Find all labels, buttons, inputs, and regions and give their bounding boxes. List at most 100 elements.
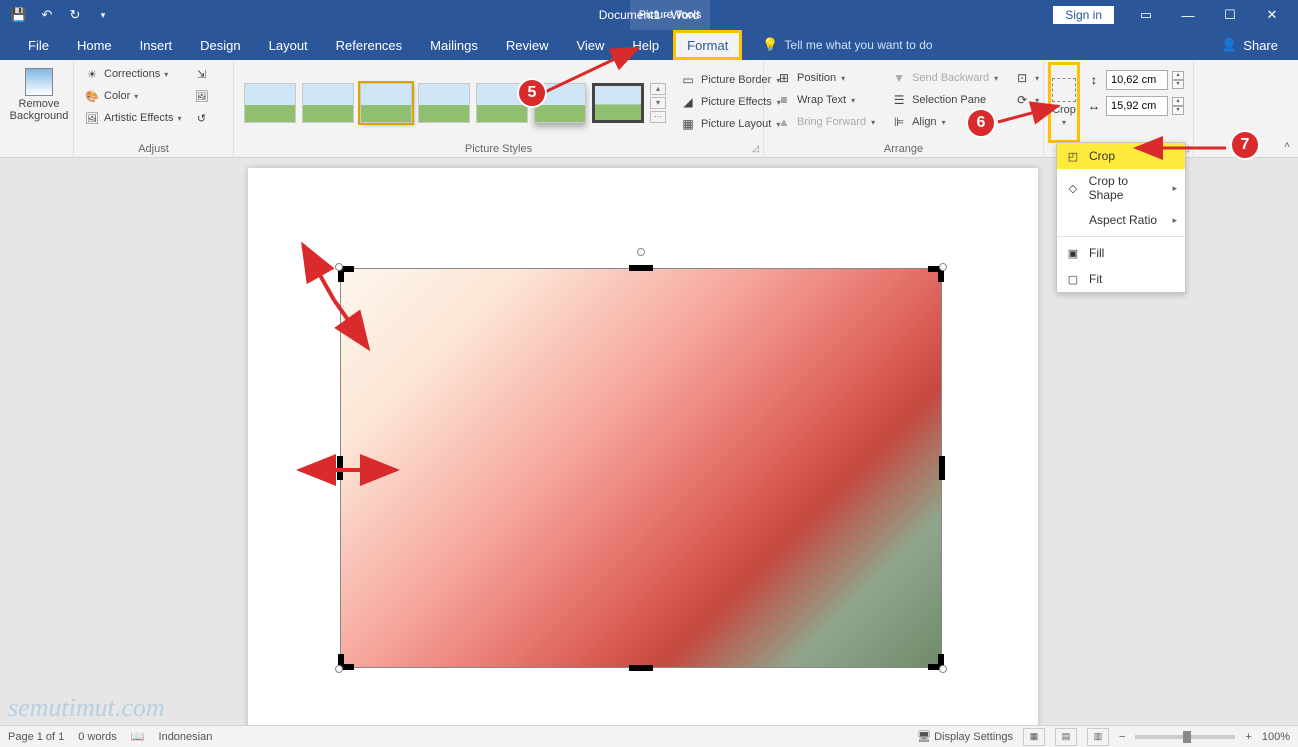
ribbon-display-button[interactable]: ▭ bbox=[1126, 1, 1166, 29]
minimize-button[interactable]: — bbox=[1168, 1, 1208, 29]
tab-file[interactable]: File bbox=[14, 30, 63, 60]
position-button[interactable]: ⊞Position▾ bbox=[772, 68, 879, 88]
fit-icon: ▢ bbox=[1065, 271, 1081, 287]
menu-separator bbox=[1057, 236, 1185, 237]
zoom-slider[interactable] bbox=[1135, 735, 1235, 739]
tab-review[interactable]: Review bbox=[492, 30, 563, 60]
selection-pane-button[interactable]: ☰Selection Pane bbox=[887, 90, 1002, 110]
share-button[interactable]: 👤 Share bbox=[1221, 37, 1298, 53]
width-field[interactable]: ↔ ▴▾ bbox=[1086, 96, 1184, 116]
rotate-icon: ⟳ bbox=[1014, 92, 1030, 108]
tab-insert[interactable]: Insert bbox=[126, 30, 187, 60]
height-spinner[interactable]: ▴▾ bbox=[1172, 71, 1184, 89]
crop-handle-left[interactable] bbox=[337, 456, 343, 480]
wrap-text-button[interactable]: ≡Wrap Text▾ bbox=[772, 90, 879, 110]
tab-design[interactable]: Design bbox=[186, 30, 254, 60]
aspect-ratio-menu-item[interactable]: Aspect Ratio▸ bbox=[1057, 207, 1185, 233]
tab-view[interactable]: View bbox=[562, 30, 618, 60]
corrections-button[interactable]: ☀Corrections▾ bbox=[80, 64, 186, 84]
page-indicator[interactable]: Page 1 of 1 bbox=[8, 731, 64, 743]
selected-image[interactable] bbox=[340, 268, 942, 668]
rotate-button[interactable]: ⟳▾ bbox=[1010, 90, 1043, 110]
watermark: semutimut.com bbox=[8, 693, 165, 723]
annotation-badge-6: 6 bbox=[966, 108, 996, 138]
group-icon: ⊡ bbox=[1014, 70, 1030, 86]
tab-help[interactable]: Help bbox=[618, 30, 673, 60]
maximize-button[interactable]: ☐ bbox=[1210, 1, 1250, 29]
ribbon-tabs: File Home Insert Design Layout Reference… bbox=[0, 30, 1298, 60]
crop-to-shape-menu-item[interactable]: ◇Crop to Shape▸ bbox=[1057, 169, 1185, 207]
fill-menu-item[interactable]: ▣Fill bbox=[1057, 240, 1185, 266]
height-field[interactable]: ↕ ▴▾ bbox=[1086, 70, 1184, 90]
change-picture-button[interactable]: 🖼 bbox=[190, 86, 214, 106]
crop-handle-right[interactable] bbox=[939, 456, 945, 480]
send-backward-button[interactable]: ▼Send Backward▾ bbox=[887, 68, 1002, 88]
style-thumb-3[interactable] bbox=[360, 83, 412, 123]
width-icon: ↔ bbox=[1086, 98, 1102, 114]
style-thumb-7[interactable] bbox=[592, 83, 644, 123]
crop-menu-item[interactable]: ◰Crop bbox=[1057, 143, 1185, 169]
share-icon: 👤 bbox=[1221, 37, 1237, 53]
gallery-more[interactable]: ▴▾⋯ bbox=[650, 83, 666, 123]
close-button[interactable]: ✕ bbox=[1252, 1, 1292, 29]
crop-handle-top[interactable] bbox=[629, 265, 653, 271]
zoom-level[interactable]: 100% bbox=[1262, 731, 1290, 743]
rotation-handle[interactable] bbox=[637, 248, 645, 256]
width-spinner[interactable]: ▴▾ bbox=[1172, 97, 1184, 115]
selection-handle[interactable] bbox=[335, 263, 343, 271]
selection-handle[interactable] bbox=[939, 665, 947, 673]
undo-button[interactable]: ↶ bbox=[34, 3, 60, 27]
group-label-picture-styles: Picture Styles bbox=[240, 141, 757, 155]
zoom-out-button[interactable]: − bbox=[1119, 731, 1125, 743]
tell-me-search[interactable]: 💡 Tell me what you want to do bbox=[762, 37, 932, 53]
annotation-badge-5: 5 bbox=[517, 78, 547, 108]
collapse-ribbon-button[interactable]: ˄ bbox=[1284, 140, 1290, 151]
language-indicator[interactable]: Indonesian bbox=[159, 731, 213, 743]
style-thumb-4[interactable] bbox=[418, 83, 470, 123]
tab-layout[interactable]: Layout bbox=[255, 30, 322, 60]
style-thumb-1[interactable] bbox=[244, 83, 296, 123]
selection-handle[interactable] bbox=[335, 665, 343, 673]
tab-home[interactable]: Home bbox=[63, 30, 126, 60]
color-icon: 🎨 bbox=[84, 88, 100, 104]
color-button[interactable]: 🎨Color▾ bbox=[80, 86, 186, 106]
spellcheck-icon[interactable]: 📖 bbox=[131, 730, 145, 743]
picture-styles-gallery: ▴▾⋯ bbox=[240, 64, 670, 141]
remove-bg-icon bbox=[25, 68, 53, 96]
redo-button[interactable]: ↻ bbox=[62, 3, 88, 27]
display-settings[interactable]: 🖥 Display Settings bbox=[917, 730, 1013, 743]
tab-format[interactable]: Format bbox=[673, 30, 742, 60]
qat-customize[interactable]: ▾ bbox=[90, 3, 116, 27]
group-button[interactable]: ⊡▾ bbox=[1010, 68, 1043, 88]
print-layout-button[interactable]: ▤ bbox=[1055, 728, 1077, 746]
tab-references[interactable]: References bbox=[322, 30, 416, 60]
status-bar: Page 1 of 1 0 words 📖 Indonesian 🖥 Displ… bbox=[0, 725, 1298, 747]
bring-forward-button[interactable]: ▲Bring Forward▾ bbox=[772, 112, 879, 132]
height-input[interactable] bbox=[1106, 70, 1168, 90]
page bbox=[248, 168, 1038, 725]
crop-button[interactable]: Crop ▾ bbox=[1050, 64, 1078, 141]
picture-styles-launcher[interactable]: ◿ bbox=[752, 143, 759, 154]
zoom-in-button[interactable]: + bbox=[1245, 731, 1251, 743]
save-button[interactable]: 💾 bbox=[6, 3, 32, 27]
tab-mailings[interactable]: Mailings bbox=[416, 30, 492, 60]
word-count[interactable]: 0 words bbox=[78, 731, 117, 743]
crop-icon: ◰ bbox=[1065, 148, 1081, 164]
width-input[interactable] bbox=[1106, 96, 1168, 116]
artistic-icon: 🖼 bbox=[84, 110, 100, 126]
selection-handle[interactable] bbox=[939, 263, 947, 271]
fit-menu-item[interactable]: ▢Fit bbox=[1057, 266, 1185, 292]
group-label-adjust: Adjust bbox=[80, 141, 227, 155]
bring-forward-icon: ▲ bbox=[776, 114, 792, 130]
crop-handle-bottom[interactable] bbox=[629, 665, 653, 671]
tell-me-placeholder: Tell me what you want to do bbox=[785, 38, 933, 52]
style-thumb-2[interactable] bbox=[302, 83, 354, 123]
sign-in-button[interactable]: Sign in bbox=[1053, 6, 1114, 24]
artistic-effects-button[interactable]: 🖼Artistic Effects▾ bbox=[80, 108, 186, 128]
read-mode-button[interactable]: ▦ bbox=[1023, 728, 1045, 746]
reset-picture-button[interactable]: ↺ bbox=[190, 108, 214, 128]
web-layout-button[interactable]: ▥ bbox=[1087, 728, 1109, 746]
remove-background-button[interactable]: Remove Background bbox=[6, 64, 72, 126]
compress-button[interactable]: ⇲ bbox=[190, 64, 214, 84]
layout-icon: ▦ bbox=[680, 116, 696, 132]
